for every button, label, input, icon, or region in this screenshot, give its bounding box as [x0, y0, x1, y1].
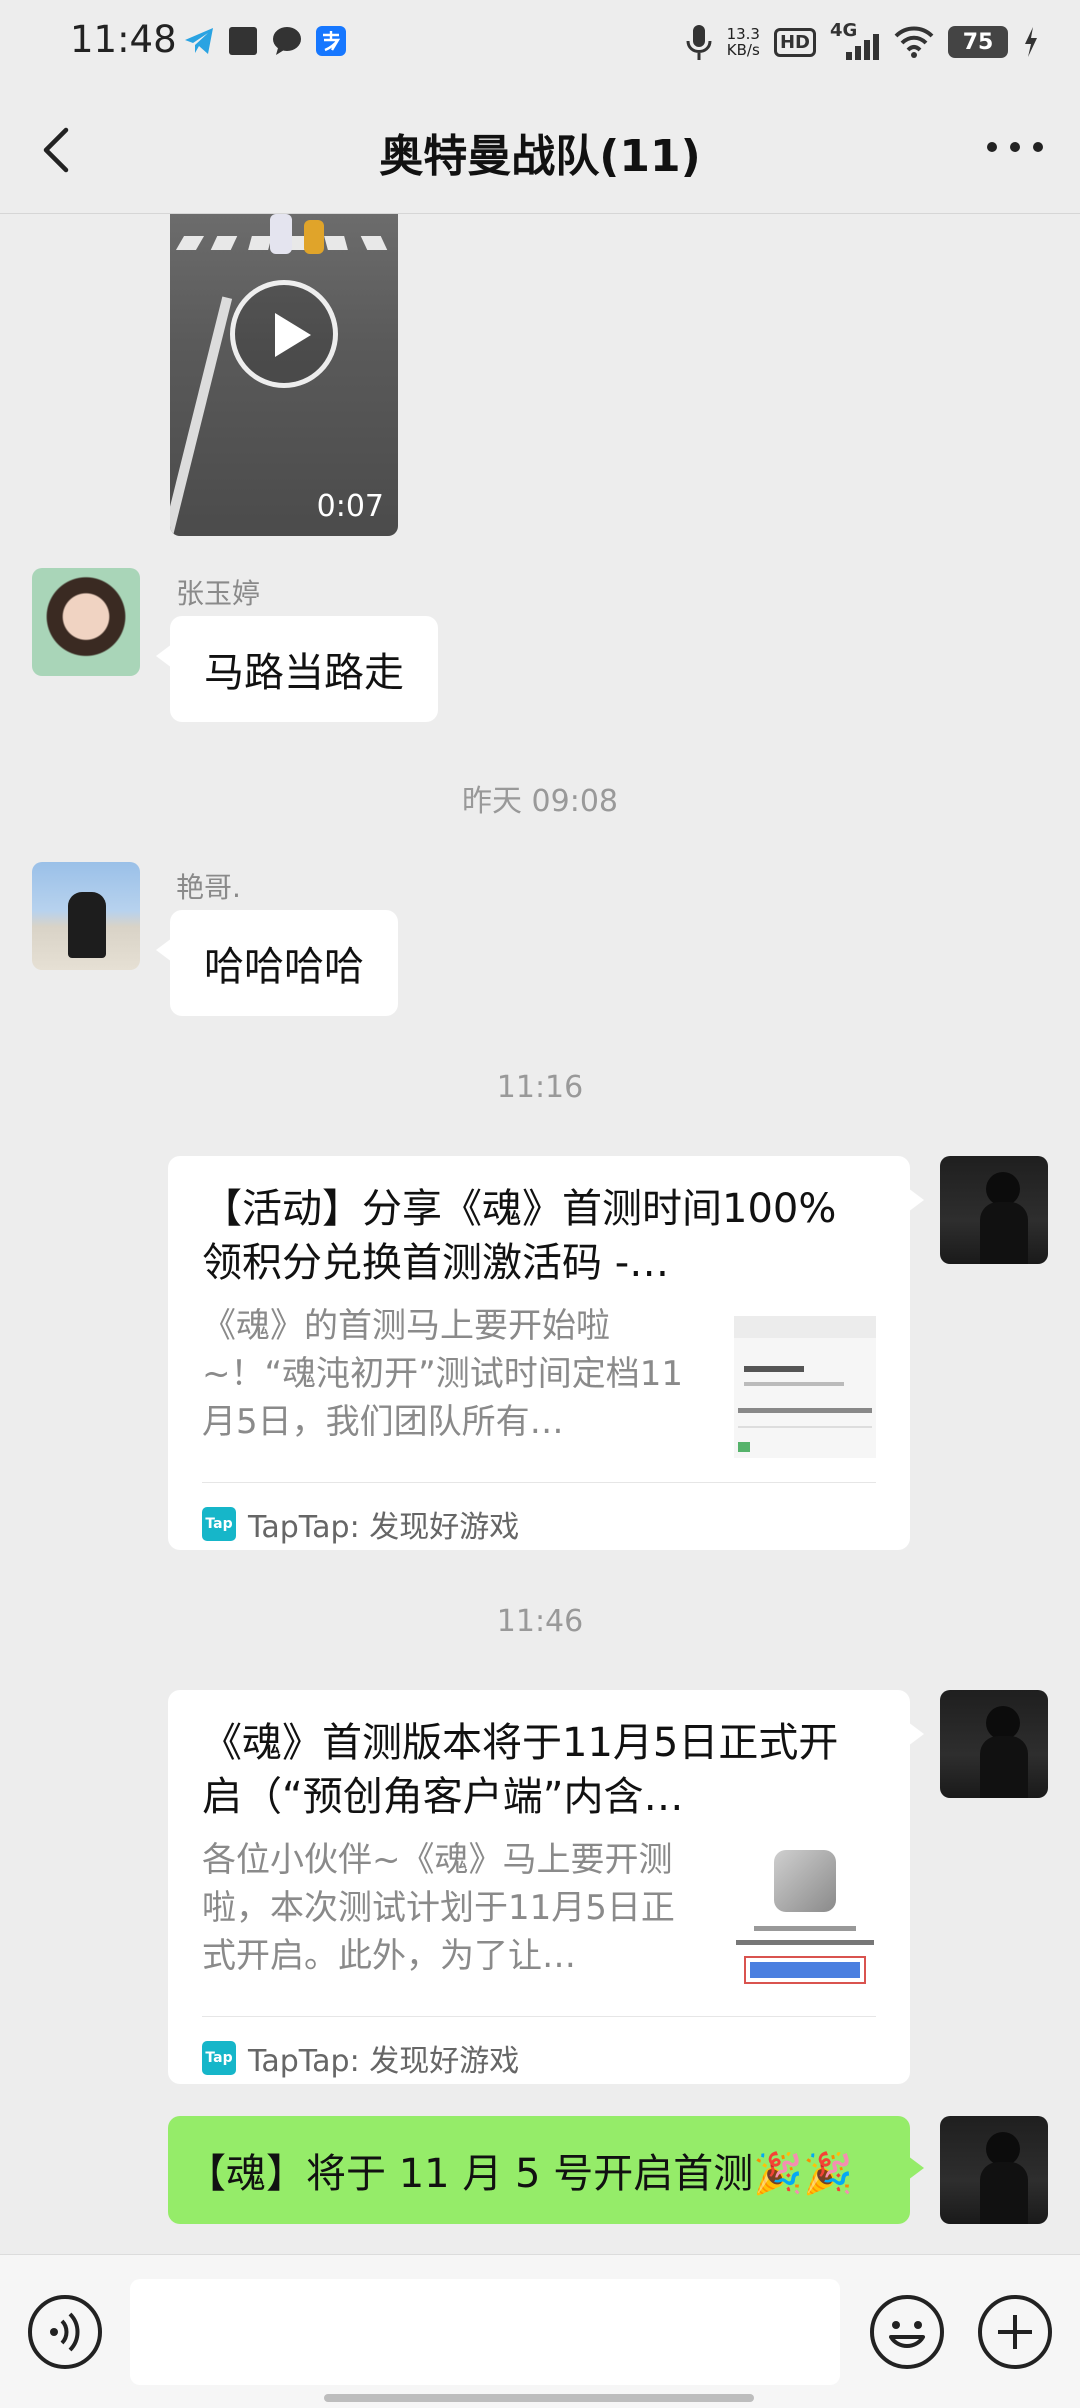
voice-input-button[interactable]: [28, 2295, 102, 2369]
link-card-message[interactable]: 【活动】分享《魂》首测时间100%领积分兑换首测激活码 -… 《魂》的首测马上要…: [168, 1156, 924, 1550]
avatar-yan-ge[interactable]: [32, 862, 140, 970]
card-description: 《魂》的首测马上要开始啦~！“魂沌初开”测试时间定档11月5日，我们团队所有…: [202, 1306, 683, 1442]
avatar-zhang-yuting[interactable]: [32, 568, 140, 676]
status-time: 11:48: [70, 18, 177, 61]
card-source: Tap TapTap: 发现好游戏: [202, 2036, 519, 2080]
chat-title: 奥特曼战队(11): [379, 131, 701, 182]
battery-level: 75: [948, 26, 1008, 58]
chat-icon: [273, 27, 301, 55]
taptap-icon: Tap: [202, 2041, 236, 2075]
message-input[interactable]: [130, 2279, 840, 2385]
play-icon[interactable]: [230, 280, 338, 388]
app-square-icon: [229, 27, 257, 55]
link-card-message[interactable]: 《魂》首测版本将于11月5日正式开启（“预创角客户端”内含… 各位小伙伴~《魂》…: [168, 1690, 924, 2084]
alipay-icon: [316, 26, 346, 56]
card-divider: [202, 1482, 876, 1483]
card-source-label: TapTap: 发现好游戏: [248, 2044, 520, 2079]
avatar-me[interactable]: [940, 1156, 1048, 1264]
chat-input-bar: [0, 2254, 1080, 2408]
timestamp: 11:16: [496, 1070, 584, 1105]
message-bubble[interactable]: 马路当路走: [156, 616, 438, 722]
card-title: 【活动】分享《魂》首测时间100%领积分兑换首测激活码 -…: [202, 1186, 837, 1286]
video-duration: 0:07: [316, 489, 384, 524]
my-message-bubble[interactable]: 【魂】将于 11 月 5 号开启首测🎉🎉: [168, 2116, 924, 2224]
more-functions-button[interactable]: [978, 2295, 1052, 2369]
plus-icon: [998, 2315, 1032, 2349]
charging-icon: [1025, 27, 1037, 57]
status-bar: 11:48 13.3 KB/s HD 4G 75: [0, 0, 1080, 82]
smiley-icon: [889, 2321, 925, 2348]
chat-header: 奥特曼战队(11): [0, 82, 1080, 214]
status-right-group: 13.3 KB/s HD 4G 75: [685, 20, 1040, 64]
card-thumbnail: [734, 1846, 876, 1988]
timestamp: 11:46: [496, 1604, 584, 1639]
message-bubble[interactable]: 哈哈哈哈: [156, 910, 398, 1016]
microphone-icon: [686, 25, 712, 60]
wifi-icon: [894, 26, 934, 58]
network-speed: 13.3 KB/s: [726, 25, 760, 59]
sender-name: 张玉婷: [176, 577, 261, 610]
voice-icon: [50, 2312, 80, 2352]
card-description: 各位小伙伴~《魂》马上要开测啦，本次测试计划于11月5日正式开启。此外，为了让…: [202, 1840, 675, 1976]
card-title: 《魂》首测版本将于11月5日正式开启（“预创角客户端”内含…: [202, 1720, 839, 1820]
video-message[interactable]: 0:07: [170, 214, 398, 536]
chat-message-list[interactable]: 0:07 张玉婷 马路当路走 昨天 09:08 艳哥. 哈哈哈哈 11:16 【…: [0, 214, 1080, 2254]
more-options-icon[interactable]: [980, 122, 1050, 172]
card-source-label: TapTap: 发现好游戏: [248, 1510, 520, 1545]
telegram-icon: [185, 28, 213, 54]
message-text: 【魂】将于 11 月 5 号开启首测🎉🎉: [186, 2151, 853, 2197]
signal-bars-icon: [846, 34, 879, 60]
sender-name: 艳哥.: [176, 871, 241, 904]
emoji-button[interactable]: [870, 2295, 944, 2369]
taptap-icon: Tap: [202, 1507, 236, 1541]
card-thumbnail: [734, 1316, 876, 1458]
card-divider: [202, 2016, 876, 2017]
cell-signal: 4G: [830, 20, 880, 62]
card-source: Tap TapTap: 发现好游戏: [202, 1502, 519, 1546]
avatar-me[interactable]: [940, 2116, 1048, 2224]
avatar-me[interactable]: [940, 1690, 1048, 1798]
home-indicator[interactable]: [324, 2394, 754, 2402]
message-text: 哈哈哈哈: [204, 944, 364, 990]
message-text: 马路当路走: [204, 650, 404, 696]
hd-badge: HD: [773, 27, 816, 57]
timestamp: 昨天 09:08: [462, 784, 618, 819]
